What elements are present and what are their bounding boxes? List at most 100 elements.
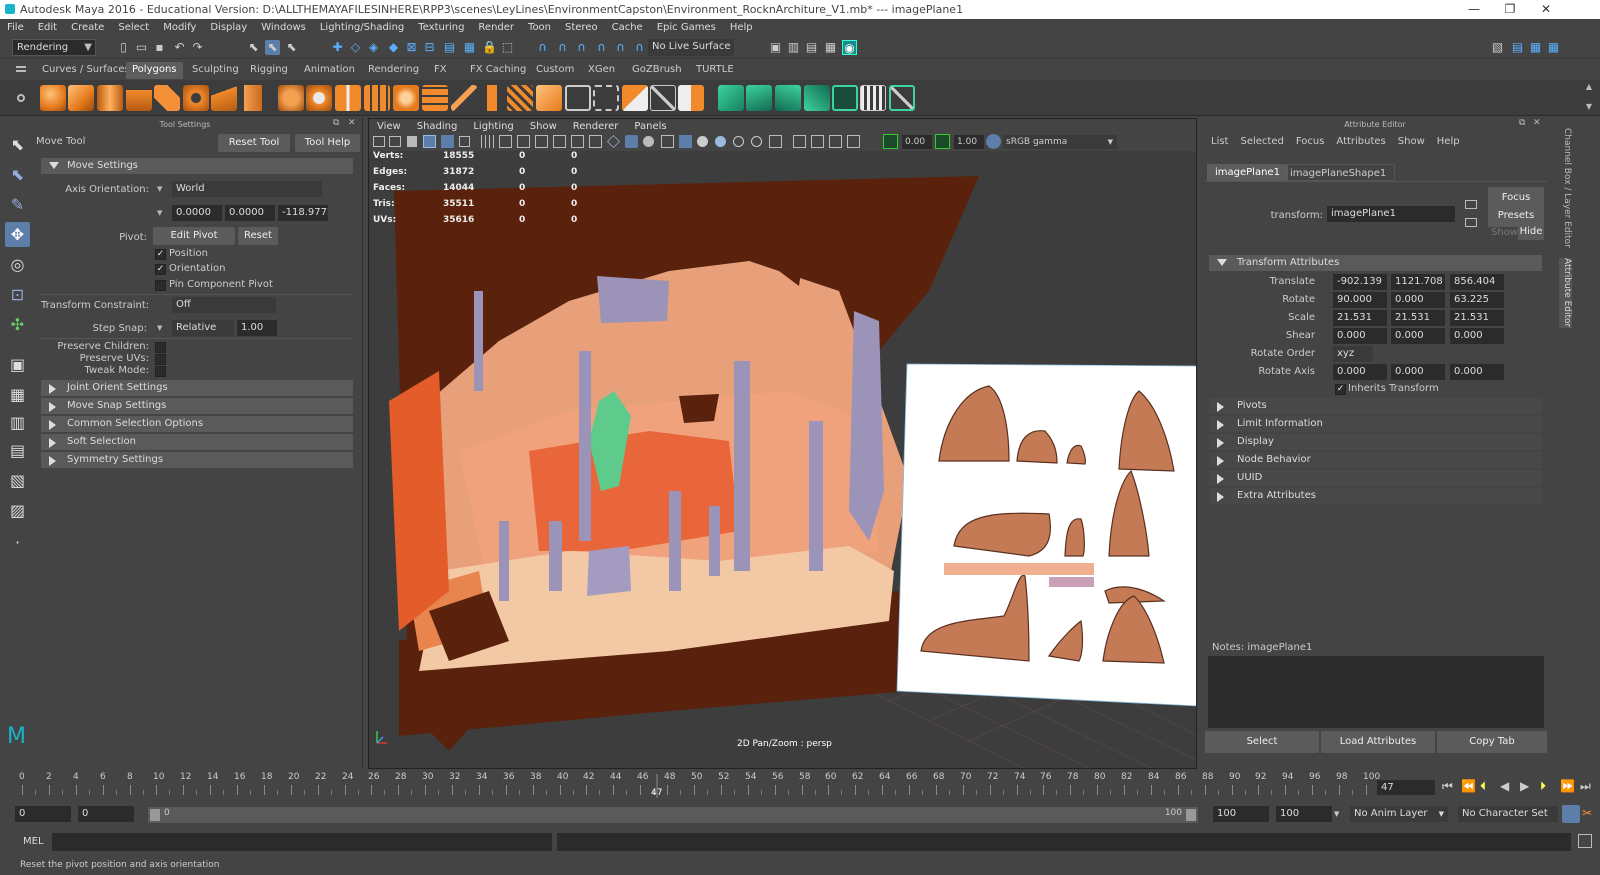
outliner-layout-icon[interactable]: ▨ (5, 498, 30, 523)
color-space-dropdown[interactable]: sRGB gamma ▼ (1003, 135, 1117, 149)
minimize-button[interactable]: — (1456, 0, 1492, 19)
persp-outliner-layout-icon[interactable]: ▥ (5, 410, 30, 435)
axis-y-field[interactable]: 0.0000 (225, 205, 275, 221)
float-panel-icon[interactable]: ⧉ (1519, 118, 1525, 128)
menu-cache[interactable]: Cache (605, 22, 650, 33)
checker-icon[interactable] (860, 85, 886, 111)
make-live-icon[interactable]: ⊠ (404, 40, 419, 55)
node-behavior-frame[interactable]: Node Behavior (1209, 452, 1542, 468)
poly-cube-icon[interactable] (68, 85, 94, 111)
menu-epic-games[interactable]: Epic Games (650, 22, 723, 33)
axis-values-arrow-icon[interactable]: ▼ (157, 209, 162, 217)
preserve-children-checkbox[interactable] (155, 342, 166, 353)
shelf-tab-animation[interactable]: Animation (298, 62, 361, 79)
step-back-key-icon[interactable]: ⏪ (1461, 779, 1476, 793)
poly-cone-icon[interactable] (126, 85, 152, 111)
safe-action-icon[interactable] (571, 135, 584, 148)
range-end-handle-icon[interactable] (1186, 809, 1196, 821)
ae-menu-attributes[interactable]: Attributes (1330, 136, 1391, 150)
viewport-menu-panels[interactable]: Panels (626, 121, 674, 132)
orientation-checkbox[interactable]: ✓ (155, 264, 166, 275)
snap-view-plane-icon[interactable]: ◆ (386, 40, 401, 55)
bridge-icon[interactable] (422, 85, 448, 111)
ae-menu-list[interactable]: List (1205, 136, 1234, 150)
shelf-tab-fx[interactable]: FX (428, 62, 453, 79)
joint-orient-settings-frame[interactable]: Joint Orient Settings (41, 380, 353, 396)
step-back-frame-icon[interactable]: ⏴ (1480, 779, 1486, 794)
separate-icon[interactable] (306, 85, 332, 111)
go-to-start-icon[interactable]: ⏮ (1442, 779, 1453, 794)
select-by-component-icon[interactable]: ⬉ (284, 40, 299, 55)
smooth-icon[interactable] (335, 85, 361, 111)
playback-start-field[interactable]: 0 (78, 806, 134, 822)
play-backwards-icon[interactable]: ◀ (1500, 779, 1509, 793)
command-input[interactable] (52, 833, 552, 851)
xray-icon[interactable] (715, 136, 726, 147)
close-panel-icon[interactable]: ✕ (348, 118, 356, 128)
shelf-tab-gozbrush[interactable]: GoZBrush (626, 62, 688, 79)
translate-z-field[interactable]: 856.404 (1450, 274, 1504, 290)
shelf-options-icon[interactable] (17, 94, 25, 102)
shear-xz-field[interactable]: 0.000 (1391, 328, 1445, 344)
snap-grid-icon[interactable]: ✚ (330, 40, 345, 55)
position-checkbox[interactable]: ✓ (155, 249, 166, 260)
xray-joints-icon[interactable] (811, 135, 824, 148)
merge-icon[interactable] (565, 85, 591, 111)
shelf-tab-curves-surfaces[interactable]: Curves / Surfaces (36, 62, 136, 79)
shelf-tab-xgen[interactable]: XGen (582, 62, 621, 79)
attribute-editor-tab[interactable]: Attribute Editor (1559, 258, 1572, 328)
playback-end-field[interactable]: 100 (1213, 806, 1269, 822)
script-language-label[interactable]: MEL (23, 836, 44, 847)
reset-pivot-button[interactable]: Reset (238, 227, 278, 245)
rotate-axis-y-field[interactable]: 0.000 (1391, 364, 1445, 380)
menu-render[interactable]: Render (471, 22, 521, 33)
toggle-tool-settings-icon[interactable]: ▦ (1546, 40, 1561, 55)
paint-select-tool-icon[interactable]: ✎ (5, 192, 30, 217)
rotate-axis-x-field[interactable]: 0.000 (1333, 364, 1387, 380)
channel-box-tab[interactable]: Channel Box / Layer Editor (1559, 128, 1572, 248)
append-icon[interactable] (479, 85, 505, 111)
axis-orientation-dropdown[interactable]: World (172, 181, 322, 197)
shear-yz-field[interactable]: 0.000 (1450, 328, 1504, 344)
auto-key-icon[interactable] (1562, 805, 1580, 823)
quad-draw-icon[interactable] (622, 85, 648, 111)
transform-constraint-dropdown[interactable]: Off (172, 297, 276, 313)
unfold-icon[interactable] (889, 85, 915, 111)
smooth-shade-icon[interactable] (625, 135, 638, 148)
rotate-axis-z-field[interactable]: 0.000 (1450, 364, 1504, 380)
rotate-z-field[interactable]: 63.225 (1450, 292, 1504, 308)
select-button[interactable]: Select (1205, 731, 1319, 753)
spherical-map-icon[interactable] (804, 85, 830, 111)
2d-pan-zoom-icon[interactable] (441, 135, 454, 148)
fill-hole-icon[interactable] (593, 85, 619, 111)
shelf-tab-turtle[interactable]: TURTLE (690, 62, 740, 79)
current-frame-field[interactable]: 47 (1377, 780, 1435, 795)
redo-icon[interactable]: ↷ (190, 40, 205, 55)
menu-lighting-shading[interactable]: Lighting/Shading (313, 22, 411, 33)
menu-texturing[interactable]: Texturing (411, 22, 471, 33)
load-attributes-button[interactable]: Load Attributes (1321, 731, 1435, 753)
go-to-output-icon[interactable] (1465, 218, 1477, 227)
xray-active-icon[interactable] (829, 135, 842, 148)
range-start-handle-icon[interactable] (150, 809, 160, 821)
history-icon[interactable]: ▤ (442, 40, 457, 55)
anti-aliasing-icon[interactable] (751, 136, 762, 147)
tab-imageplaneshape1[interactable]: imagePlaneShape1 (1281, 164, 1396, 181)
menu-create[interactable]: Create (64, 22, 111, 33)
pivots-frame[interactable]: Pivots (1209, 398, 1542, 414)
render-view-icon[interactable]: ▣ (768, 40, 783, 55)
rotate-x-field[interactable]: 90.000 (1333, 292, 1387, 308)
magnet-3-icon[interactable]: ∩ (574, 40, 589, 55)
hide-button[interactable]: Hide (1518, 224, 1544, 240)
shelf-scroll-up-icon[interactable]: ▲ (1586, 82, 1592, 91)
lighting-icon[interactable] (679, 135, 692, 148)
poly-prism-icon[interactable] (211, 85, 237, 111)
camera-attributes-icon[interactable] (389, 136, 401, 147)
menu-set-dropdown[interactable]: Rendering ▼ (12, 39, 96, 56)
move-settings-frame[interactable]: Move Settings (41, 158, 353, 174)
copy-tab-button[interactable]: Copy Tab (1437, 731, 1547, 753)
hypershade-icon[interactable]: ◉ (842, 40, 857, 55)
animation-end-field[interactable]: 100 (1276, 806, 1332, 822)
scale-z-field[interactable]: 21.531 (1450, 310, 1504, 326)
poly-cylinder-icon[interactable] (97, 85, 123, 111)
